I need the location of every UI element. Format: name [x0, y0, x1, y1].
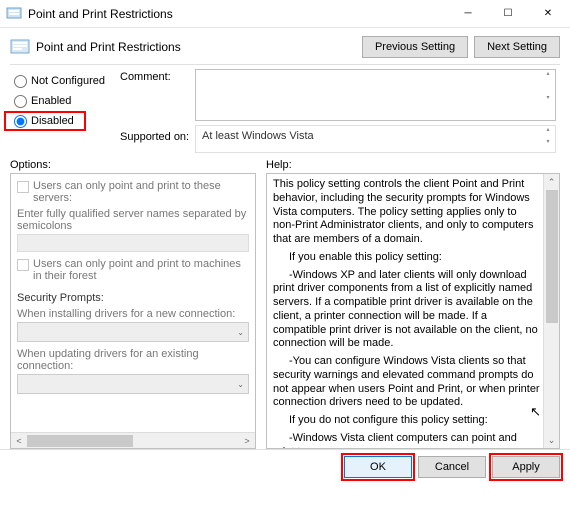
security-prompts-heading: Security Prompts: — [17, 292, 249, 304]
window-title: Point and Print Restrictions — [28, 7, 448, 21]
hscroll-thumb[interactable] — [27, 435, 133, 447]
panes: Options: Users can only point and print … — [0, 153, 570, 449]
options-label: Options: — [10, 159, 256, 171]
apply-button[interactable]: Apply — [492, 456, 560, 478]
install-drivers-dropdown: ⌄ — [17, 322, 249, 342]
comment-spinner[interactable]: ▴▾ — [542, 71, 554, 119]
radio-enabled[interactable]: Enabled — [10, 91, 120, 111]
help-pane: Help: This policy setting controls the c… — [266, 159, 560, 449]
field-values: ▴▾ At least Windows Vista ▴▾ — [195, 69, 560, 153]
radio-not-configured[interactable]: Not Configured — [10, 71, 120, 91]
next-setting-button[interactable]: Next Setting — [474, 36, 560, 58]
app-icon — [6, 6, 22, 22]
ok-button[interactable]: OK — [344, 456, 412, 478]
hscroll-track[interactable] — [27, 435, 239, 447]
comment-field[interactable]: ▴▾ — [195, 69, 556, 121]
help-p3: -Windows XP and later clients will only … — [273, 269, 541, 352]
radio-disabled-label: Disabled — [31, 115, 74, 127]
help-p2: If you enable this policy setting: — [273, 251, 541, 265]
help-p1: This policy setting controls the client … — [273, 178, 541, 247]
scroll-down-icon[interactable]: ⌄ — [548, 432, 556, 448]
radio-enabled-input[interactable] — [14, 95, 27, 108]
config-area: Not Configured Enabled Disabled Comment:… — [0, 65, 570, 153]
radio-disabled[interactable]: Disabled — [4, 111, 86, 131]
radio-not-configured-input[interactable] — [14, 75, 27, 88]
policy-title: Point and Print Restrictions — [36, 40, 356, 54]
scroll-right-icon[interactable]: > — [239, 436, 255, 446]
title-bar: Point and Print Restrictions ─ ☐ ✕ — [0, 0, 570, 28]
options-pane: Options: Users can only point and print … — [10, 159, 256, 449]
help-vscroll[interactable]: ⌃ ⌄ — [543, 174, 559, 448]
update-drivers-dropdown: ⌄ — [17, 374, 249, 394]
checkbox-servers-label: Users can only point and print to these … — [33, 180, 249, 204]
supported-on-label: Supported on: — [120, 127, 195, 143]
checkbox-servers — [17, 181, 29, 193]
maximize-button[interactable]: ☐ — [488, 0, 528, 28]
supported-spinner[interactable]: ▴▾ — [542, 127, 554, 151]
field-labels: Comment: Supported on: — [120, 69, 195, 153]
help-p6: -Windows Vista client computers can poin… — [273, 432, 541, 449]
supported-on-value: At least Windows Vista — [202, 130, 314, 142]
radio-not-configured-label: Not Configured — [31, 75, 105, 87]
vscroll-thumb[interactable] — [546, 190, 558, 323]
help-label: Help: — [266, 159, 560, 171]
checkbox-forest-row: Users can only point and print to machin… — [17, 258, 249, 282]
checkbox-forest — [17, 259, 29, 271]
close-button[interactable]: ✕ — [528, 0, 568, 28]
policy-icon — [10, 37, 30, 57]
scroll-up-icon[interactable]: ⌃ — [548, 174, 556, 190]
checkbox-forest-label: Users can only point and print to machin… — [33, 258, 249, 282]
help-p4: -You can configure Windows Vista clients… — [273, 355, 541, 410]
minimize-button[interactable]: ─ — [448, 0, 488, 28]
previous-setting-button[interactable]: Previous Setting — [362, 36, 468, 58]
checkbox-servers-row: Users can only point and print to these … — [17, 180, 249, 204]
help-p5: If you do not configure this policy sett… — [273, 414, 541, 428]
servers-hint: Enter fully qualified server names separ… — [17, 208, 249, 232]
comment-label: Comment: — [120, 69, 195, 127]
state-radios: Not Configured Enabled Disabled — [10, 69, 120, 153]
help-box: This policy setting controls the client … — [266, 173, 560, 449]
scroll-left-icon[interactable]: < — [11, 436, 27, 446]
cancel-button[interactable]: Cancel — [418, 456, 486, 478]
servers-input — [17, 234, 249, 252]
header: Point and Print Restrictions Previous Se… — [0, 28, 570, 64]
supported-on-field: At least Windows Vista ▴▾ — [195, 125, 556, 153]
install-drivers-label: When installing drivers for a new connec… — [17, 308, 249, 320]
radio-disabled-input[interactable] — [14, 115, 27, 128]
update-drivers-label: When updating drivers for an existing co… — [17, 348, 249, 372]
options-box: Users can only point and print to these … — [10, 173, 256, 449]
vscroll-track[interactable] — [546, 190, 558, 432]
footer: OK Cancel Apply — [0, 449, 570, 484]
options-hscroll[interactable]: < > — [11, 432, 255, 448]
radio-enabled-label: Enabled — [31, 95, 71, 107]
